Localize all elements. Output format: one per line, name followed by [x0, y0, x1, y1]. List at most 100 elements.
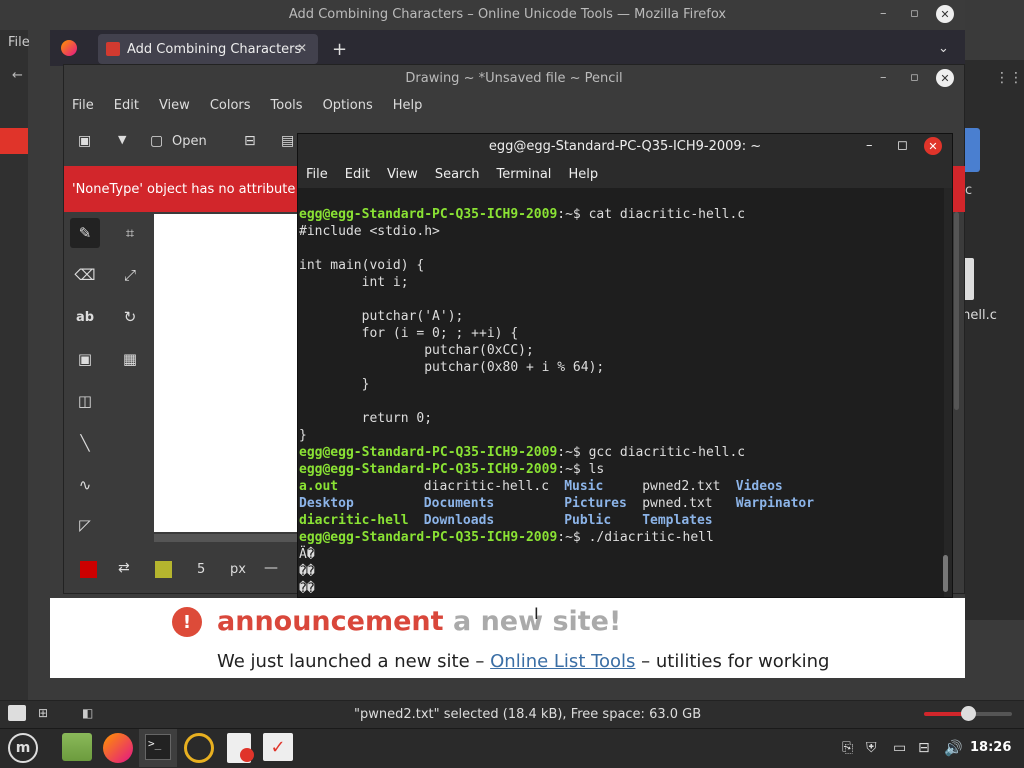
terminal-prompt: egg@egg-Standard-PC-Q35-ICH9-2009 — [299, 445, 558, 460]
pencil-new-dropdown-icon[interactable]: ▼ — [118, 133, 126, 146]
mint-menu-icon[interactable]: m — [8, 733, 38, 763]
fm-red-marker — [0, 128, 28, 154]
terminal-body[interactable]: egg@egg-Standard-PC-Q35-ICH9-2009:~$ cat… — [298, 188, 944, 597]
curve-tool-icon[interactable]: ∿ — [70, 470, 100, 500]
ls-entry: a.out — [299, 479, 339, 494]
terminal-line-gcc: egg@egg-Standard-PC-Q35-ICH9-2009:~$ gcc… — [299, 444, 944, 461]
scale-tool-icon[interactable]: ⤢ — [115, 260, 145, 290]
pencil-menu-tools[interactable]: Tools — [271, 98, 303, 113]
size-decrease-button[interactable]: — — [264, 560, 278, 576]
fm-back-icon[interactable]: ← — [12, 68, 23, 83]
places-icon[interactable] — [8, 705, 26, 721]
pencil-open-button[interactable]: Open — [172, 134, 207, 149]
fm-menu-file[interactable]: File — [8, 35, 30, 50]
line-tool-icon[interactable]: ╲ — [70, 428, 100, 458]
terminal-prompt-suffix: :~$ — [557, 445, 589, 460]
terminal-menu-view[interactable]: View — [387, 167, 418, 182]
tray-shield-icon[interactable]: ⛨ — [866, 740, 877, 756]
terminal-menubar: File Edit View Search Terminal Help — [306, 167, 598, 182]
pencil-close-button[interactable]: ✕ — [936, 69, 954, 87]
pencil-menu-edit[interactable]: Edit — [114, 98, 139, 113]
free-select-tool-icon[interactable]: ◫ — [70, 386, 100, 416]
pencil-canvas-scrollbar[interactable] — [154, 534, 302, 542]
rotate-tool-icon[interactable]: ↻ — [115, 302, 145, 332]
pencil-maximize-button[interactable]: ▫ — [910, 70, 919, 85]
terminal-menu-help[interactable]: Help — [568, 167, 598, 182]
terminal-prompt: egg@egg-Standard-PC-Q35-ICH9-2009 — [299, 530, 558, 545]
pencil-menu-view[interactable]: View — [159, 98, 190, 113]
tray-clock[interactable]: 18:26 — [970, 740, 1011, 755]
terminal-line-cat: egg@egg-Standard-PC-Q35-ICH9-2009:~$ cat… — [299, 206, 944, 223]
firefox-maximize-button[interactable]: ▫ — [910, 6, 919, 21]
document-launcher-badge — [240, 748, 254, 762]
primary-color-swatch[interactable] — [80, 561, 97, 578]
terminal-menu-terminal[interactable]: Terminal — [496, 167, 551, 182]
terminal-maximize-button[interactable]: ◻ — [897, 138, 908, 153]
rect-select-tool-icon[interactable]: ▣ — [70, 344, 100, 374]
pencil-menu-file[interactable]: File — [72, 98, 94, 113]
terminal-scrollbar-thumb-top[interactable] — [954, 212, 959, 410]
tab-label[interactable]: Add Combining Characters — [127, 42, 301, 57]
pencil-tool-icon[interactable]: ✎ — [70, 218, 100, 248]
text-cursor-icon: I — [534, 604, 539, 623]
hide-sidebar-icon[interactable]: ◧ — [82, 706, 93, 720]
firefox-logo-icon[interactable] — [61, 40, 77, 56]
firefox-minimize-button[interactable]: – — [880, 6, 887, 21]
pencil-clipboard-icon[interactable]: ▤ — [281, 133, 294, 149]
swap-colors-icon[interactable]: ⇄ — [118, 560, 130, 576]
firefox-close-button[interactable]: ✕ — [936, 5, 954, 23]
terminal-minimize-button[interactable]: – — [866, 138, 873, 153]
secondary-color-swatch[interactable] — [155, 561, 172, 578]
terminal-menu-edit[interactable]: Edit — [345, 167, 370, 182]
ls-entry: diacritic-hell.c — [423, 479, 550, 494]
pencil-save-icon[interactable]: ⊟ — [244, 133, 256, 149]
terminal-menu-search[interactable]: Search — [435, 167, 480, 182]
zoom-slider-handle[interactable] — [961, 706, 976, 721]
shape-tool-icon[interactable]: ◸ — [70, 510, 100, 540]
fm-grid-icon[interactable]: ⋮⋮ — [995, 70, 1023, 86]
tab-list-chevron-icon[interactable]: ⌄ — [938, 41, 949, 56]
pencil-menu-colors[interactable]: Colors — [210, 98, 251, 113]
terminal-close-button[interactable]: ✕ — [924, 137, 942, 155]
files-launcher-icon[interactable] — [62, 733, 92, 761]
pencil-canvas[interactable] — [154, 214, 302, 532]
ls-entry: Desktop — [299, 496, 354, 511]
launch-after: – utilities for working — [641, 651, 830, 672]
pencil-new-icon[interactable]: ▣ — [78, 133, 91, 149]
pencil-minimize-button[interactable]: – — [880, 70, 887, 85]
terminal-prompt: egg@egg-Standard-PC-Q35-ICH9-2009 — [299, 207, 558, 222]
tray-display-icon[interactable]: ▭ — [893, 740, 906, 756]
tray-volume-icon[interactable]: 🔊 — [944, 739, 963, 757]
terminal-prompt-suffix: :~$ — [557, 530, 589, 545]
pencil-title: Drawing ~ *Unsaved file ~ Pencil — [405, 71, 623, 86]
terminal-launcher-icon[interactable]: >_ — [145, 734, 171, 760]
pencil-open-icon[interactable]: ▢ — [150, 133, 163, 149]
terminal-out-line: �� — [299, 581, 315, 596]
filters-tool-icon[interactable]: ▦ — [115, 344, 145, 374]
launch-link[interactable]: Online List Tools — [490, 651, 635, 672]
tray-network-icon[interactable]: ⊟ — [918, 740, 930, 756]
tab-close-icon[interactable]: ✕ — [297, 41, 307, 55]
eraser-tool-icon[interactable]: ⌫ — [70, 260, 100, 290]
launch-text: We just launched a new site – Online Lis… — [217, 651, 829, 672]
terminal-prompt: egg@egg-Standard-PC-Q35-ICH9-2009 — [299, 462, 558, 477]
terminal-menu-file[interactable]: File — [306, 167, 328, 182]
tool-size-unit: px — [230, 562, 246, 577]
tool-size-input[interactable]: 5 — [197, 562, 205, 577]
firefox-launcher-icon[interactable] — [103, 733, 133, 763]
tray-clipboard-icon[interactable]: ⎘ — [842, 740, 853, 756]
pencil-menu-help[interactable]: Help — [393, 98, 423, 113]
crop-tool-icon[interactable]: ⌗ — [115, 218, 145, 248]
terminal-scrollbar-thumb[interactable] — [943, 555, 948, 592]
warpinator-launcher-icon[interactable] — [184, 733, 214, 763]
terminal-cmd-ls: ls — [588, 462, 605, 477]
ls-entry: pwned2.txt — [642, 479, 721, 494]
terminal-scrollbar[interactable] — [944, 188, 952, 597]
new-tab-button[interactable]: + — [332, 39, 347, 60]
pencil-menu-options[interactable]: Options — [323, 98, 373, 113]
tree-icon[interactable]: ⊞ — [38, 706, 48, 720]
announcement-icon: ! — [172, 607, 202, 637]
text-tool-icon[interactable]: ab — [70, 302, 100, 332]
drawing-launcher-icon[interactable]: ✓ — [263, 733, 293, 761]
launch-before: We just launched a new site – — [217, 651, 485, 672]
